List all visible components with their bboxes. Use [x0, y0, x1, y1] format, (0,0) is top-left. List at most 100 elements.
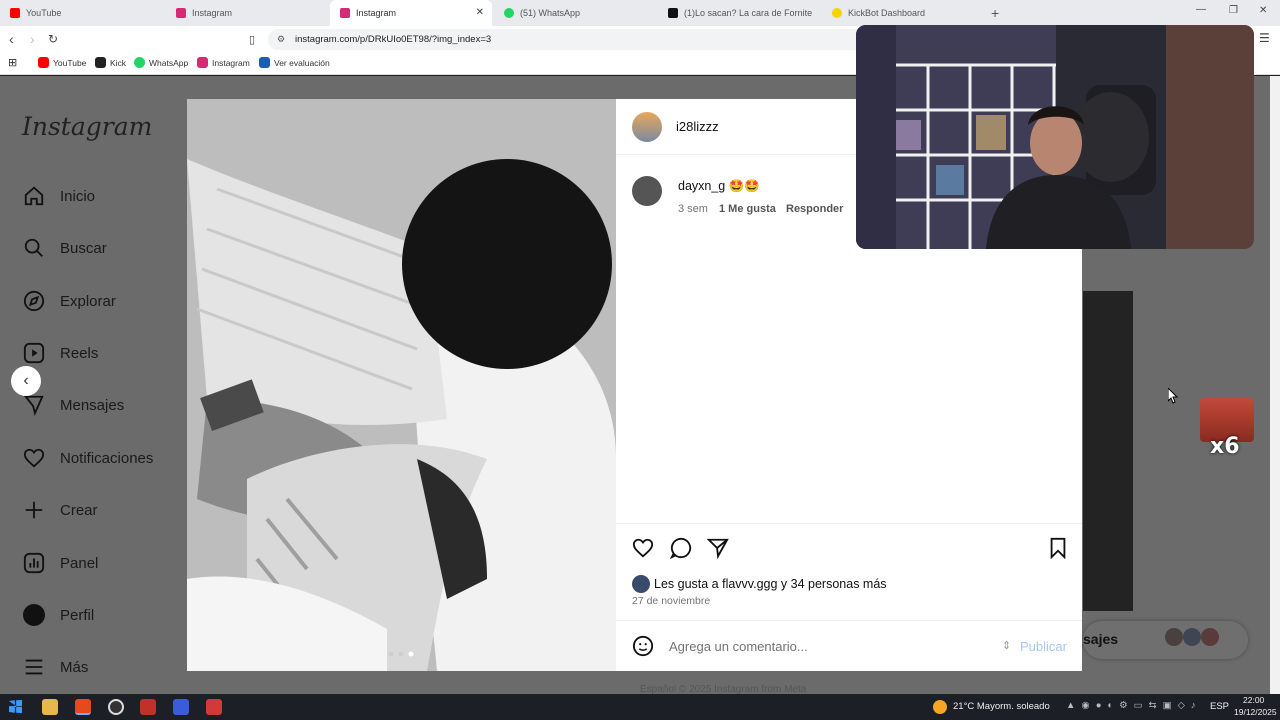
- weather-icon: [933, 700, 947, 714]
- instagram-icon: [176, 8, 186, 18]
- app-icon[interactable]: [173, 699, 189, 715]
- clock-date[interactable]: 19/12/2025: [1234, 707, 1277, 717]
- post-image[interactable]: [187, 99, 616, 671]
- bookmark-label: Ver evaluación: [274, 57, 330, 68]
- author-avatar[interactable]: [632, 112, 662, 142]
- avatar: [1201, 628, 1219, 646]
- sidebar-item-reels[interactable]: Reels: [22, 341, 98, 365]
- minimize-icon[interactable]: —: [1196, 4, 1206, 15]
- sidebar-item-label: Más: [60, 658, 89, 676]
- url-text: instagram.com/p/DRkUIo0ET98/?img_index=3: [295, 34, 492, 45]
- tab-youtube[interactable]: YouTube: [0, 0, 166, 26]
- tab-tiktok[interactable]: (1)Lo sacan? La cara de Fornite #fyp: [658, 0, 822, 26]
- sidebar-item-explorar[interactable]: Explorar: [22, 289, 116, 313]
- divider: [616, 523, 1082, 524]
- file-explorer-icon[interactable]: [42, 699, 58, 715]
- post-date[interactable]: 27 de noviembre: [632, 595, 710, 607]
- emoji-icon[interactable]: [632, 635, 654, 662]
- close-tab-icon[interactable]: ✕: [476, 7, 484, 18]
- carousel-prev-button[interactable]: ‹: [11, 366, 41, 396]
- liked-by-text[interactable]: Les gusta a flavvv.ggg y 34 personas más: [654, 577, 887, 591]
- tab-kickbot[interactable]: KickBot Dashboard: [822, 0, 986, 26]
- sidebar-item-crear[interactable]: Crear: [22, 498, 98, 522]
- system-tray-icons[interactable]: ▲◉●◐⚙▭⇆▣◇♪: [1066, 700, 1202, 711]
- sidebar-item-panel[interactable]: Panel: [22, 551, 98, 575]
- back-icon[interactable]: ‹: [9, 31, 14, 47]
- obs-icon[interactable]: [108, 699, 124, 715]
- streamer-webcam-overlay: [856, 25, 1254, 249]
- voice-meeter-icon[interactable]: [140, 699, 156, 715]
- tab-instagram-1[interactable]: Instagram: [166, 0, 330, 26]
- messages-pill[interactable]: sajes: [1083, 621, 1248, 659]
- windows-taskbar: 21°C Mayorm. soleado ▲◉●◐⚙▭⇆▣◇♪ ESP 22:0…: [0, 694, 1280, 720]
- sidebar-item-label: Perfil: [60, 606, 95, 624]
- compass-icon: [22, 289, 46, 313]
- comment-likes[interactable]: 1 Me gusta: [719, 203, 776, 215]
- sidebar-item-perfil[interactable]: Perfil: [22, 603, 94, 627]
- tab-instagram-active[interactable]: Instagram ✕: [330, 0, 492, 26]
- sidebar-item-inicio[interactable]: Inicio: [22, 184, 95, 208]
- maximize-icon[interactable]: ❐: [1229, 5, 1238, 16]
- like-icon[interactable]: [632, 537, 654, 564]
- start-icon[interactable]: [9, 700, 22, 713]
- stream-emote-overlay: x6: [1200, 398, 1254, 462]
- bookmark-whatsapp[interactable]: WhatsApp: [134, 57, 188, 68]
- likes-summary: Les gusta a flavvv.ggg y 34 personas más: [632, 575, 887, 593]
- brave-browser-icon[interactable]: [75, 699, 91, 715]
- save-icon[interactable]: [1047, 537, 1069, 564]
- instagram-logo[interactable]: Instagram: [22, 112, 152, 141]
- liker-avatar[interactable]: [632, 575, 650, 593]
- publish-button[interactable]: Publicar: [1020, 639, 1067, 654]
- commenter-avatar[interactable]: [632, 176, 662, 206]
- sidebar-item-buscar[interactable]: Buscar: [22, 236, 107, 260]
- menu-icon[interactable]: ☰: [1259, 31, 1270, 45]
- address-bar[interactable]: ⚙ instagram.com/p/DRkUIo0ET98/?img_index…: [268, 29, 868, 50]
- page-scrollbar[interactable]: [1270, 76, 1280, 694]
- comment-username[interactable]: dayxn_g: [678, 179, 725, 193]
- reload-icon[interactable]: ↻: [48, 32, 58, 46]
- sidebar-item-mensajes[interactable]: Mensajes: [22, 393, 124, 417]
- kickbot-icon: [832, 8, 842, 18]
- tab-whatsapp[interactable]: (51) WhatsApp: [494, 0, 658, 26]
- tab-label: Instagram: [356, 8, 397, 18]
- close-window-icon[interactable]: ✕: [1259, 5, 1267, 16]
- bookmark-instagram[interactable]: Instagram: [197, 57, 250, 68]
- bookmark-kick[interactable]: Kick: [95, 57, 126, 68]
- sidebar-item-mas[interactable]: Más: [22, 655, 88, 679]
- background-post-thumbnail: [1083, 291, 1133, 611]
- reply-button[interactable]: Responder: [786, 203, 843, 215]
- comment-icon[interactable]: [669, 537, 692, 564]
- bookmark-page-icon[interactable]: ▯: [249, 33, 255, 46]
- bookmark-youtube[interactable]: YouTube: [38, 57, 86, 68]
- sidebar-item-notificaciones[interactable]: Notificaciones: [22, 446, 153, 470]
- instagram-icon: [340, 8, 350, 18]
- clock-time[interactable]: 22:00: [1243, 695, 1264, 705]
- reels-icon: [22, 341, 46, 365]
- share-icon[interactable]: [706, 537, 729, 564]
- weather-text[interactable]: 21°C Mayorm. soleado: [953, 701, 1050, 712]
- heart-icon: [22, 446, 46, 470]
- kick-icon: [95, 57, 106, 68]
- comment-body: 🤩🤩: [728, 179, 760, 193]
- home-icon: [22, 184, 46, 208]
- tab-label: YouTube: [26, 8, 62, 18]
- menu-icon: [22, 655, 46, 679]
- sidebar-item-label: Explorar: [60, 292, 116, 310]
- comment-input[interactable]: Agrega un comentario...: [669, 639, 808, 654]
- bookmark-ver-evaluacion[interactable]: Ver evaluación: [259, 57, 330, 68]
- avatar: [1183, 628, 1201, 646]
- bookmark-label: YouTube: [53, 57, 87, 68]
- resize-handle-icon: ⇕: [1002, 640, 1012, 652]
- emote-counter: x6: [1210, 434, 1240, 459]
- streaming-app-icon[interactable]: [206, 699, 222, 715]
- apps-grid-icon[interactable]: ⊞: [8, 56, 17, 69]
- post-author-username[interactable]: i28lizzz: [676, 119, 719, 134]
- tab-label: KickBot Dashboard: [848, 8, 926, 18]
- site-info-icon[interactable]: ⚙: [277, 29, 285, 50]
- forward-icon[interactable]: ›: [30, 31, 35, 47]
- mouse-cursor-icon: [1168, 388, 1178, 404]
- tab-label: Instagram: [192, 8, 233, 18]
- new-tab-button[interactable]: +: [991, 5, 999, 21]
- evaluation-icon: [259, 57, 270, 68]
- language-indicator[interactable]: ESP: [1210, 701, 1229, 712]
